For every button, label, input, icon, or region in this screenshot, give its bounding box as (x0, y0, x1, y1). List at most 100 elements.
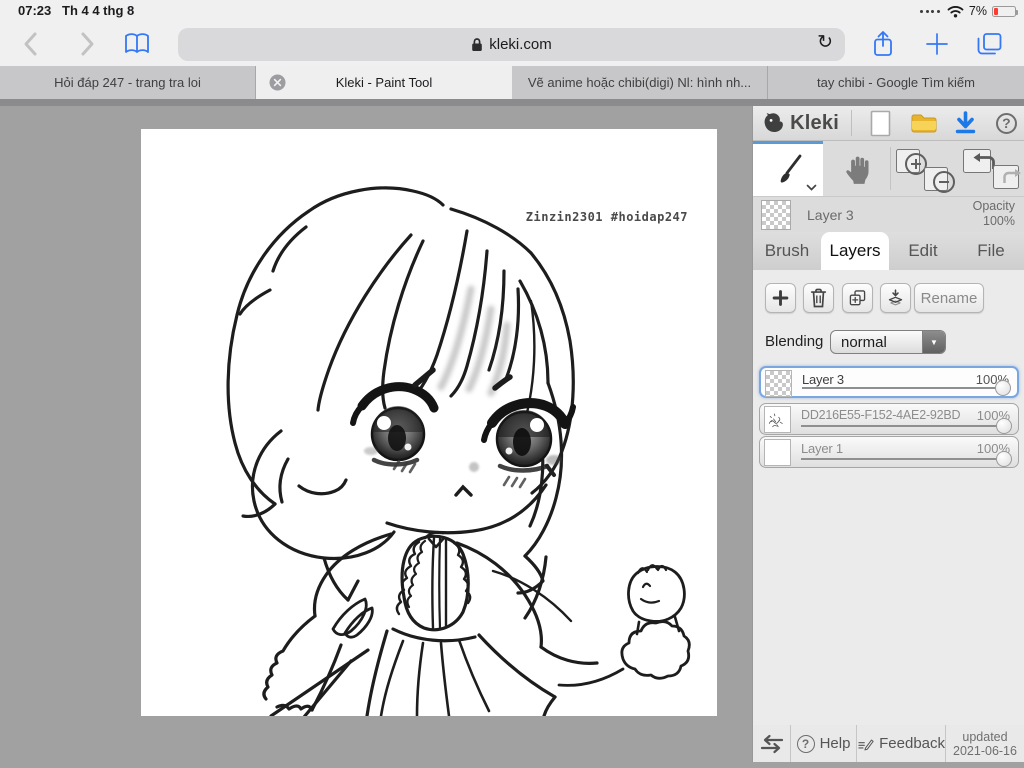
save-download-button[interactable] (946, 108, 983, 138)
feedback-label: Feedback (879, 735, 945, 752)
back-button[interactable] (16, 29, 46, 59)
tab-file[interactable]: File (957, 232, 1024, 270)
layer-thumbnail (765, 370, 792, 397)
merge-layer-button[interactable] (880, 283, 911, 313)
opacity-slider[interactable] (801, 418, 1012, 434)
blending-label: Blending (765, 333, 824, 350)
trash-icon (810, 288, 827, 308)
help-icon: ? (796, 734, 815, 753)
tabs-icon (977, 32, 1001, 54)
close-tab-button[interactable] (269, 74, 286, 91)
new-tab-button[interactable] (922, 29, 952, 59)
layers-panel: Rename Blending normal ▼ Layer 3 100% DD… (753, 270, 1024, 725)
browser-tab-bar: Hỏi đáp 247 - trang tra loi Kleki - Pain… (0, 66, 1024, 99)
opacity-slider[interactable] (802, 380, 1011, 396)
kleki-footer: ? Help Feedback updated 2021-06-16 (752, 725, 1024, 762)
status-bar: 07:23 Th 4 4 thg 8 7% (0, 0, 1024, 22)
undo-button[interactable] (963, 149, 995, 173)
new-image-button[interactable] (862, 108, 899, 138)
feedback-button[interactable]: Feedback (857, 725, 946, 762)
zoom-out-icon (933, 171, 955, 193)
zoom-in-button[interactable] (896, 149, 927, 175)
tab-brush[interactable]: Brush (753, 232, 821, 270)
blending-value: normal (841, 333, 887, 351)
reload-button[interactable]: ↻ (817, 31, 833, 54)
chibi-eyes (350, 382, 576, 477)
tab-label: Hỏi đáp 247 - trang tra loi (54, 75, 201, 90)
blending-row: Blending normal ▼ (753, 330, 1024, 354)
open-file-button[interactable] (905, 108, 942, 138)
plus-icon (772, 290, 789, 306)
help-label: Help (819, 735, 851, 752)
browser-tab-ve-anime[interactable]: Vẽ anime hoặc chibi(digi) Nl: hình nh... (512, 66, 768, 99)
swap-button[interactable] (753, 725, 791, 762)
slider-knob[interactable] (996, 451, 1012, 467)
share-button[interactable] (868, 29, 898, 59)
folder-icon (911, 114, 937, 133)
redo-button[interactable] (993, 165, 1021, 189)
add-layer-button[interactable] (765, 283, 796, 313)
download-icon (955, 110, 975, 133)
swap-arrows-icon (760, 734, 783, 753)
footer-help-button[interactable]: ? Help (791, 725, 857, 762)
layer-name: Layer 3 (802, 372, 844, 387)
battery-icon (992, 5, 1018, 17)
bookmarks-button[interactable] (122, 29, 152, 59)
layer-row-sketch[interactable]: DD216E55-F152-4AE2-92BD 100% (759, 403, 1019, 435)
browser-tab-hoidap[interactable]: Hỏi đáp 247 - trang tra loi (0, 66, 256, 99)
share-icon (874, 31, 892, 56)
updated-date: 2021-06-16 (953, 743, 1017, 758)
hand-tool-button[interactable] (823, 141, 890, 196)
layer-thumbnail (764, 406, 791, 433)
url-text: kleki.com (489, 36, 552, 53)
status-indicators: 7% (920, 0, 1018, 22)
drawing-canvas[interactable]: Zinzin2301 #hoidap247 (141, 129, 717, 716)
layer-row-3[interactable]: Layer 3 100% (759, 366, 1019, 398)
tab-label: Vẽ anime hoặc chibi(digi) Nl: hình nh... (527, 75, 752, 90)
forward-button[interactable] (72, 29, 102, 59)
browser-tab-tay-chibi[interactable]: tay chibi - Google Tìm kiếm (768, 66, 1024, 99)
dropdown-arrow-icon: ▼ (922, 331, 945, 353)
slider-knob[interactable] (995, 380, 1011, 396)
delete-layer-button[interactable] (803, 283, 834, 313)
layer-thumbnail (764, 439, 791, 466)
plus-icon (926, 33, 948, 55)
updated-label: updated (962, 729, 1008, 744)
tab-label: Kleki - Paint Tool (335, 75, 433, 90)
screen: 07:23 Th 4 4 thg 8 7% kleki.com ↻ Hỏi đá… (0, 0, 1024, 768)
tool-row (753, 141, 1024, 196)
slider-knob[interactable] (996, 418, 1012, 434)
hand-icon (845, 156, 869, 184)
address-bar[interactable]: kleki.com ↻ (178, 28, 845, 61)
kleki-brand: Kleki (790, 111, 839, 134)
current-layer-bar[interactable]: Layer 3 Opacity 100% (753, 196, 1024, 232)
browser-tab-kleki-active[interactable]: Kleki - Paint Tool (256, 66, 512, 99)
back-chevron-icon (24, 32, 37, 56)
open-book-icon (125, 33, 149, 53)
help-button[interactable]: ? (988, 108, 1024, 138)
tab-layers[interactable]: Layers (821, 232, 889, 270)
wifi-icon (947, 5, 964, 17)
tab-edit[interactable]: Edit (889, 232, 957, 270)
kleki-header: Kleki ? (753, 106, 1024, 141)
duplicate-layer-button[interactable] (842, 283, 873, 313)
duplicate-icon (849, 290, 866, 306)
tabs-overview-button[interactable] (974, 29, 1004, 59)
zoom-out-button[interactable] (924, 167, 955, 193)
clock: 07:23 (18, 3, 52, 18)
panel-tab-bar: Brush Layers Edit File (753, 232, 1024, 270)
current-layer-opacity: Opacity 100% (973, 199, 1015, 229)
brush-tool-button[interactable] (753, 141, 823, 196)
rename-layer-button[interactable]: Rename (914, 283, 984, 313)
opacity-label: Opacity (972, 199, 1015, 213)
status-date: Th 4 4 thg 8 (62, 3, 135, 18)
opacity-slider[interactable] (801, 451, 1012, 467)
watermark-text: Zinzin2301 #hoidap247 (526, 210, 688, 224)
tabbar-shadow (0, 99, 1024, 106)
updated-info: updated 2021-06-16 (946, 725, 1024, 762)
help-icon: ? (995, 112, 1017, 134)
kleki-sidebar: Kleki ? Layer 3 Opacity 100% Brush Layer… (752, 106, 1024, 725)
layer-row-1[interactable]: Layer 1 100% (759, 436, 1019, 468)
brush-icon (780, 154, 802, 183)
blending-select[interactable]: normal ▼ (830, 330, 946, 354)
